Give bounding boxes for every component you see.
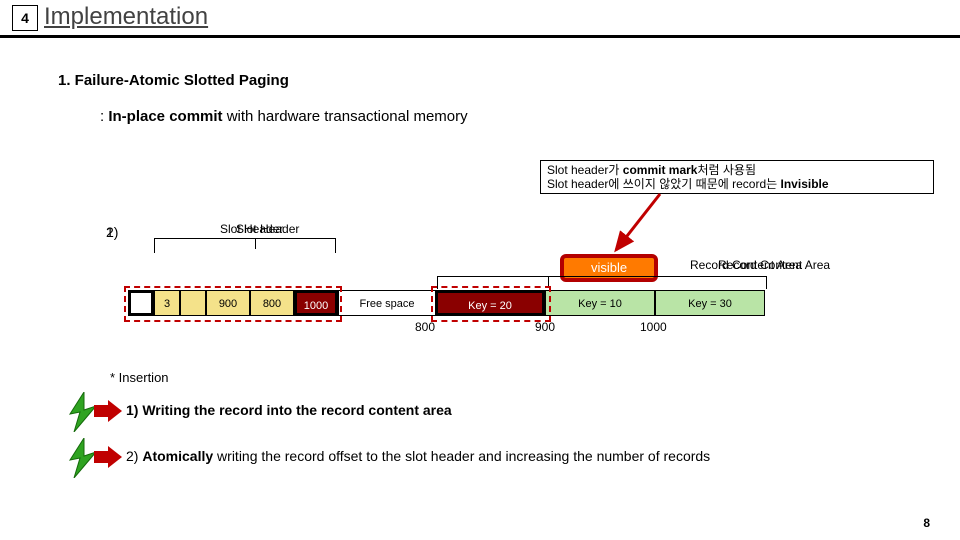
offset-800: 800	[415, 320, 435, 334]
note-l1a: Slot header가	[547, 163, 623, 177]
offset-1000: 1000	[640, 320, 667, 334]
offset-900: 900	[535, 320, 555, 334]
subheading: : In-place commit with hardware transact…	[100, 108, 468, 125]
step-1-bold: 1) Writing the record into the record co…	[126, 402, 452, 418]
note-l1c: 처럼 사용됨	[697, 163, 756, 177]
page-number: 8	[923, 516, 930, 530]
section-title: Implementation	[44, 3, 208, 31]
bracket-rca-b	[548, 276, 767, 287]
note-l2a: Slot header에 쓰이지 않았기 때문에 record는	[547, 177, 781, 191]
subheading-bold: In-place commit	[108, 108, 222, 125]
subheading-rest: with hardware transactional memory	[223, 108, 468, 125]
step-number-overlay: 12)	[106, 224, 118, 240]
dashed-new-record	[431, 286, 551, 322]
heading: 1. Failure-Atomic Slotted Paging	[58, 72, 289, 89]
step-2-bold: Atomically	[142, 448, 213, 464]
slot-header-note: Slot header가 commit mark처럼 사용됨 Slot head…	[540, 160, 934, 194]
arrow-right-icon-2	[94, 446, 122, 468]
cell-key2: Key = 10	[545, 290, 655, 316]
step-2-text: 2) Atomically writing the record offset …	[126, 448, 710, 464]
note-l2b: Invisible	[781, 177, 829, 191]
dashed-slot-header	[124, 286, 342, 322]
arrow-right-icon-1	[94, 400, 122, 422]
cell-freespace: Free space	[338, 290, 436, 316]
step-2-rest: writing the record offset to the slot he…	[213, 448, 710, 464]
title-bar: 4 Implementation	[0, 5, 960, 38]
step-2-a: 2)	[126, 448, 142, 464]
bracket-slot-header-b	[154, 238, 336, 253]
insertion-label: * Insertion	[110, 370, 169, 385]
cell-key3: Key = 30	[655, 290, 765, 316]
slot-header-label-b: Slot Header	[236, 222, 299, 236]
rca-label-b: Record Content Area	[718, 258, 830, 272]
section-number-box: 4	[12, 5, 38, 31]
step-1-text: 1) Writing the record into the record co…	[126, 402, 452, 418]
note-l1b: commit mark	[623, 163, 698, 177]
step-overlay-b: 2	[106, 224, 114, 240]
arrow-note-to-visible	[610, 192, 670, 256]
step-overlay-suffix: )	[114, 224, 119, 240]
